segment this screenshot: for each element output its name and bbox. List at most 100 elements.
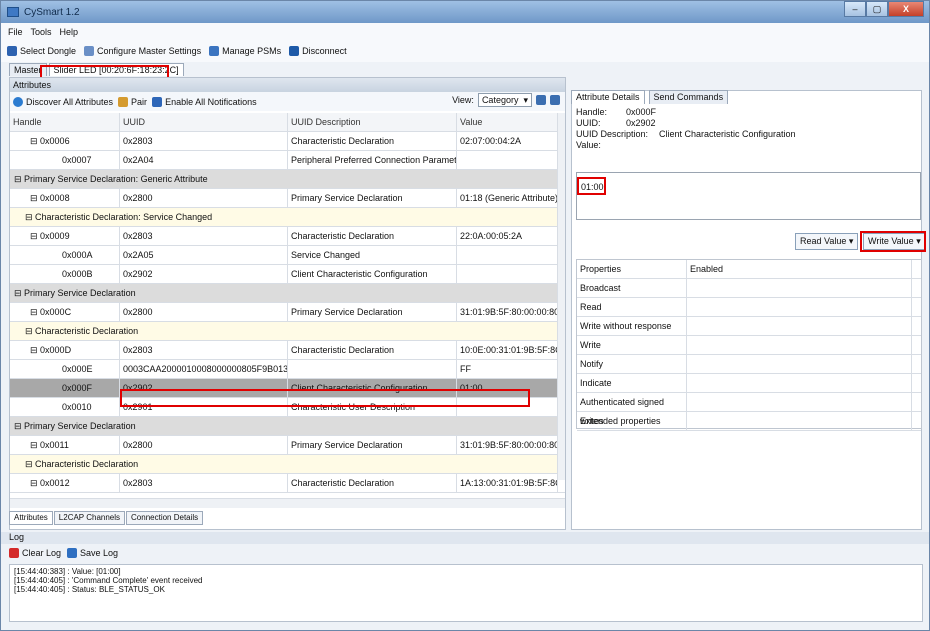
handle-cell: ⊟ 0x0012: [10, 474, 120, 493]
view-select[interactable]: Category ▾: [477, 93, 532, 107]
property-name: Write: [577, 336, 687, 355]
attribute-rows: ⊟ 0x0006 0x2803 Characteristic Declaration…: [10, 132, 565, 493]
read-value-button[interactable]: Read Value ▾: [795, 233, 859, 250]
service-row[interactable]: ⊟ Primary Service Declaration: Generic A…: [10, 170, 565, 189]
handle-cell: ⊟ 0x0009: [10, 227, 120, 246]
value-input[interactable]: 01:00: [576, 172, 921, 220]
view-select-value: Category: [481, 95, 519, 105]
property-enabled-cell: [687, 336, 912, 355]
handle-cell: ⊟ 0x0008: [10, 189, 120, 208]
menu-tools[interactable]: Tools: [31, 27, 52, 37]
group-label: ⊟ Characteristic Declaration: [25, 459, 139, 469]
window-title: CySmart 1.2: [24, 6, 80, 18]
expand-icon[interactable]: [536, 95, 546, 105]
uuid-cell: 0x2803: [120, 227, 288, 246]
table-row[interactable]: ⊟ 0x0009 0x2803 Characteristic Declaration…: [10, 227, 565, 246]
handle-cell: 0x000F: [10, 379, 120, 398]
table-row[interactable]: 0x000B 0x2902 Client Characteristic Config…: [10, 265, 565, 284]
tab-l2cap[interactable]: L2CAP Channels: [53, 511, 126, 525]
table-row[interactable]: ⊟ 0x000D 0x2803 Characteristic Declaration…: [10, 341, 565, 360]
table-row[interactable]: ⊟ 0x0006 0x2803 Characteristic Declaration…: [10, 132, 565, 151]
log-title-bar: Log: [1, 532, 929, 544]
value-cell: 02:07:00:04:2A: [457, 132, 558, 151]
menu-file[interactable]: File: [8, 27, 23, 37]
tab-send-commands[interactable]: Send Commands: [648, 90, 729, 104]
uuid-cell: 0x2800: [120, 189, 288, 208]
value-cell: 22:0A:00:05:2A: [457, 227, 558, 246]
table-row[interactable]: 0x000E 0003CAA2000010008000000805F9B0131 F…: [10, 360, 565, 379]
selected-row-highlight: [120, 389, 530, 407]
uuid-label: UUID:: [576, 118, 601, 128]
minimize-button[interactable]: –: [844, 1, 866, 17]
description-cell: Primary Service Declaration: [288, 189, 457, 208]
tab-connection-details[interactable]: Connection Details: [126, 511, 204, 525]
configure-button[interactable]: Configure Master Settings: [84, 46, 201, 56]
discover-button[interactable]: Discover All Attributes: [13, 96, 113, 107]
service-row[interactable]: ⊟ Primary Service Declaration: [10, 284, 565, 303]
app-window: CySmart 1.2 – ▢ X File Tools Help Select…: [0, 0, 930, 631]
service-row[interactable]: ⊟ Primary Service Declaration: [10, 417, 565, 436]
value-cell: [457, 265, 558, 284]
manage-psms-button[interactable]: Manage PSMs: [209, 46, 281, 56]
handle-label: Handle:: [576, 107, 608, 117]
property-row: Read: [577, 298, 921, 317]
value-cell: [457, 151, 558, 170]
value-line: Value:: [576, 140, 916, 151]
description-cell: Characteristic Declaration: [288, 474, 457, 493]
table-row[interactable]: ⊟ 0x0012 0x2803 Characteristic Declaration…: [10, 474, 565, 493]
save-log-button[interactable]: Save Log: [67, 548, 118, 558]
table-row[interactable]: ⊟ 0x0008 0x2800 Primary Service Declaratio…: [10, 189, 565, 208]
uuid-cell: 0003CAA2000010008000000805F9B0131: [120, 360, 288, 379]
close-button[interactable]: X: [888, 1, 924, 17]
toolbar: Select Dongle Configure Master Settings …: [1, 40, 929, 62]
tools-icon: [209, 46, 220, 56]
view-control: View: Category ▾: [452, 93, 560, 107]
select-dongle-label: Select Dongle: [20, 46, 77, 56]
uuid-value: 0x2902: [626, 118, 656, 128]
col-handle[interactable]: Handle: [10, 113, 120, 132]
properties-header-enabled: Enabled: [687, 260, 912, 279]
menu-help[interactable]: Help: [60, 27, 79, 37]
description-cell: [288, 360, 457, 379]
property-row: Broadcast: [577, 279, 921, 298]
clear-log-label: Clear Log: [22, 548, 62, 558]
characteristic-group-row[interactable]: ⊟ Characteristic Declaration: Service Ch…: [10, 208, 565, 227]
table-row[interactable]: 0x0007 0x2A04 Peripheral Preferred Connect…: [10, 151, 565, 170]
vertical-scrollbar[interactable]: [557, 113, 565, 480]
tab-attributes[interactable]: Attributes: [9, 511, 53, 525]
maximize-button[interactable]: ▢: [866, 1, 888, 17]
attributes-title: Attributes: [10, 78, 565, 92]
value-label: Value:: [576, 140, 601, 150]
handle-cell: ⊟ 0x000D: [10, 341, 120, 360]
enable-notifications-button[interactable]: Enable All Notifications: [152, 96, 257, 107]
disconnect-button[interactable]: Disconnect: [289, 46, 347, 56]
view-label: View:: [452, 95, 474, 105]
configure-label: Configure Master Settings: [97, 46, 202, 56]
log-output[interactable]: [15:44:40:383] : Value: [01:00] [15:44:4…: [9, 564, 923, 622]
properties-header: Properties Enabled: [577, 260, 921, 279]
characteristic-group-row[interactable]: ⊟ Characteristic Declaration: [10, 322, 565, 341]
table-row[interactable]: ⊟ 0x0011 0x2800 Primary Service Declaratio…: [10, 436, 565, 455]
horizontal-scrollbar[interactable]: [10, 498, 565, 508]
select-dongle-button[interactable]: Select Dongle: [7, 46, 76, 56]
property-row: Write without response: [577, 317, 921, 336]
tab-attribute-details[interactable]: Attribute Details: [571, 90, 645, 104]
disconnect-icon: [289, 46, 300, 56]
clear-log-button[interactable]: Clear Log: [9, 548, 61, 558]
col-description[interactable]: UUID Description: [288, 113, 457, 132]
uuid-cell: 0x2A05: [120, 246, 288, 265]
value-cell: FF: [457, 360, 558, 379]
description-label: UUID Description:: [576, 129, 649, 139]
description-cell: Primary Service Declaration: [288, 436, 457, 455]
col-value[interactable]: Value: [457, 113, 558, 132]
characteristic-group-row[interactable]: ⊟ Characteristic Declaration: [10, 455, 565, 474]
table-row[interactable]: ⊟ 0x000C 0x2800 Primary Service Declaratio…: [10, 303, 565, 322]
col-uuid[interactable]: UUID: [120, 113, 288, 132]
handle-cell: 0x0010: [10, 398, 120, 417]
table-row[interactable]: 0x000A 0x2A05 Service Changed: [10, 246, 565, 265]
collapse-icon[interactable]: [550, 95, 560, 105]
attributes-grid: Handle UUID UUID Description Value ⊟ 0x0…: [10, 113, 565, 498]
pair-button[interactable]: Pair: [118, 96, 147, 107]
group-label: ⊟ Primary Service Declaration: [14, 288, 136, 298]
read-value-label: Read Value: [800, 236, 847, 246]
